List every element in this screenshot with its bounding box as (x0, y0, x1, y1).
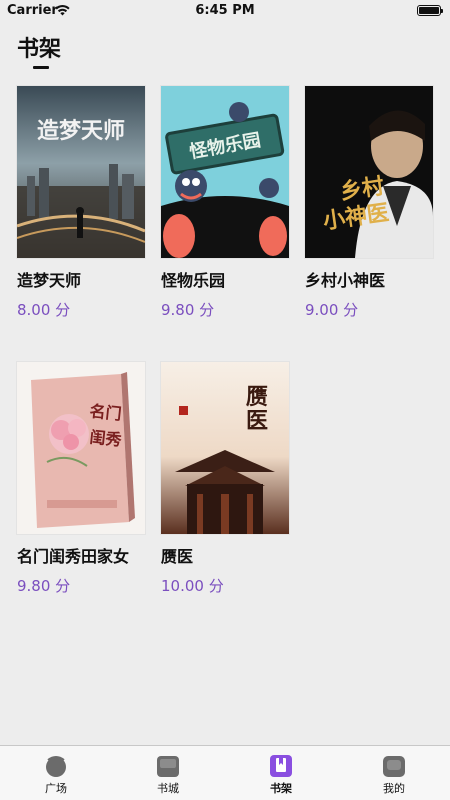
book-cover[interactable]: 怪物乐园 (161, 86, 289, 258)
bookstore-icon (157, 756, 179, 777)
book-title[interactable]: 乡村小神医 (305, 270, 435, 292)
book-title[interactable]: 名门闺秀田家女 (17, 546, 147, 568)
book-card[interactable]: 乡村 小神医 乡村小神医 9.00 分 (305, 86, 435, 320)
battery-icon (417, 5, 443, 16)
svg-text:赝: 赝 (246, 384, 268, 410)
svg-text:名门: 名门 (89, 401, 123, 423)
book-score: 9.80 分 (17, 577, 71, 595)
tab-plaza[interactable]: 广场 (0, 746, 112, 800)
tab-bookstore[interactable]: 书城 (112, 746, 224, 800)
svg-text:医: 医 (246, 408, 268, 434)
page-title: 书架 (17, 37, 62, 62)
book-score: 10.00 分 (161, 577, 224, 595)
bookshelf-icon (270, 755, 292, 777)
profile-icon (383, 756, 405, 777)
tab-bookshelf[interactable]: 书架 (225, 746, 337, 800)
book-cover[interactable]: 赝 医 (161, 362, 289, 534)
svg-text:闺秀: 闺秀 (89, 427, 123, 449)
book-title[interactable]: 怪物乐园 (161, 270, 291, 292)
book-cover[interactable]: 名门 闺秀 (17, 362, 145, 534)
book-title[interactable]: 造梦天师 (17, 270, 147, 292)
tab-label: 我的 (383, 782, 405, 795)
book-card[interactable]: 造梦天师 造梦天师 8.00 分 (17, 86, 147, 320)
tab-label: 书城 (157, 782, 179, 795)
book-cover[interactable]: 造梦天师 (17, 86, 145, 258)
tab-bar: 广场 书城 书架 我的 (0, 745, 450, 800)
book-card[interactable]: 名门 闺秀 名门闺秀田家女 9.80 分 (17, 362, 147, 596)
book-title[interactable]: 赝医 (161, 546, 291, 568)
tab-label: 广场 (45, 782, 67, 795)
svg-text:造梦天师: 造梦天师 (37, 118, 125, 144)
book-score: 9.00 分 (305, 301, 359, 319)
clock: 6:45 PM (195, 3, 255, 18)
book-cover[interactable]: 乡村 小神医 (305, 86, 433, 258)
plaza-icon (46, 756, 66, 777)
title-underline (33, 66, 49, 69)
book-card[interactable]: 赝 医 赝医 10.00 分 (161, 362, 291, 596)
book-score: 9.80 分 (161, 301, 215, 319)
tab-profile[interactable]: 我的 (338, 746, 450, 800)
status-bar: Carrier 6:45 PM (0, 0, 450, 24)
book-score: 8.00 分 (17, 301, 71, 319)
tab-label: 书架 (270, 782, 292, 795)
book-card[interactable]: 怪物乐园 怪物乐园 9.80 分 (161, 86, 291, 320)
